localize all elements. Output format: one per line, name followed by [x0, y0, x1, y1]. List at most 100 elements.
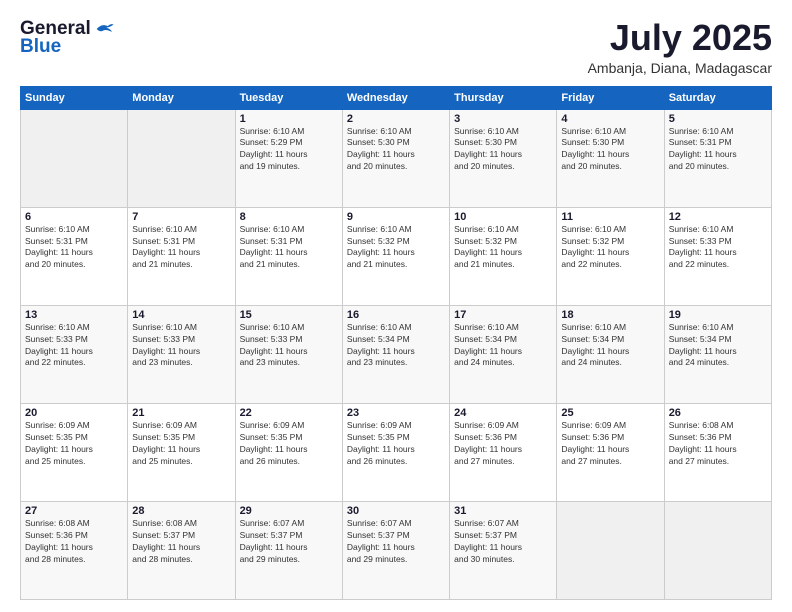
calendar-cell: 16Sunrise: 6:10 AM Sunset: 5:34 PM Dayli… — [342, 305, 449, 403]
calendar-cell: 21Sunrise: 6:09 AM Sunset: 5:35 PM Dayli… — [128, 403, 235, 501]
calendar-cell: 6Sunrise: 6:10 AM Sunset: 5:31 PM Daylig… — [21, 207, 128, 305]
day-info: Sunrise: 6:07 AM Sunset: 5:37 PM Dayligh… — [454, 518, 552, 566]
day-number: 2 — [347, 113, 445, 125]
day-number: 31 — [454, 505, 552, 517]
calendar-cell: 14Sunrise: 6:10 AM Sunset: 5:33 PM Dayli… — [128, 305, 235, 403]
weekday-header-tuesday: Tuesday — [235, 86, 342, 109]
day-info: Sunrise: 6:09 AM Sunset: 5:36 PM Dayligh… — [561, 420, 659, 468]
day-number: 23 — [347, 407, 445, 419]
day-info: Sunrise: 6:08 AM Sunset: 5:36 PM Dayligh… — [669, 420, 767, 468]
calendar-cell: 4Sunrise: 6:10 AM Sunset: 5:30 PM Daylig… — [557, 109, 664, 207]
weekday-header-saturday: Saturday — [664, 86, 771, 109]
day-number: 27 — [25, 505, 123, 517]
day-number: 19 — [669, 309, 767, 321]
day-number: 29 — [240, 505, 338, 517]
day-number: 30 — [347, 505, 445, 517]
week-row-5: 27Sunrise: 6:08 AM Sunset: 5:36 PM Dayli… — [21, 501, 772, 599]
day-info: Sunrise: 6:09 AM Sunset: 5:35 PM Dayligh… — [132, 420, 230, 468]
day-info: Sunrise: 6:10 AM Sunset: 5:33 PM Dayligh… — [669, 224, 767, 272]
month-title: July 2025 — [588, 18, 772, 58]
logo-blue-text: Blue — [20, 36, 61, 58]
header: General Blue July 2025 Ambanja, Diana, M… — [20, 18, 772, 76]
calendar-cell: 1Sunrise: 6:10 AM Sunset: 5:29 PM Daylig… — [235, 109, 342, 207]
day-info: Sunrise: 6:10 AM Sunset: 5:32 PM Dayligh… — [347, 224, 445, 272]
calendar-cell — [21, 109, 128, 207]
calendar-cell: 22Sunrise: 6:09 AM Sunset: 5:35 PM Dayli… — [235, 403, 342, 501]
day-info: Sunrise: 6:10 AM Sunset: 5:31 PM Dayligh… — [25, 224, 123, 272]
calendar-cell: 7Sunrise: 6:10 AM Sunset: 5:31 PM Daylig… — [128, 207, 235, 305]
day-info: Sunrise: 6:10 AM Sunset: 5:34 PM Dayligh… — [454, 322, 552, 370]
day-number: 15 — [240, 309, 338, 321]
week-row-2: 6Sunrise: 6:10 AM Sunset: 5:31 PM Daylig… — [21, 207, 772, 305]
calendar-cell: 17Sunrise: 6:10 AM Sunset: 5:34 PM Dayli… — [450, 305, 557, 403]
day-number: 22 — [240, 407, 338, 419]
day-info: Sunrise: 6:07 AM Sunset: 5:37 PM Dayligh… — [240, 518, 338, 566]
calendar-cell: 23Sunrise: 6:09 AM Sunset: 5:35 PM Dayli… — [342, 403, 449, 501]
day-number: 16 — [347, 309, 445, 321]
day-number: 4 — [561, 113, 659, 125]
day-info: Sunrise: 6:10 AM Sunset: 5:31 PM Dayligh… — [132, 224, 230, 272]
day-number: 24 — [454, 407, 552, 419]
day-info: Sunrise: 6:10 AM Sunset: 5:30 PM Dayligh… — [561, 126, 659, 174]
day-info: Sunrise: 6:10 AM Sunset: 5:32 PM Dayligh… — [561, 224, 659, 272]
day-number: 6 — [25, 211, 123, 223]
calendar-cell: 24Sunrise: 6:09 AM Sunset: 5:36 PM Dayli… — [450, 403, 557, 501]
day-number: 14 — [132, 309, 230, 321]
calendar-cell — [557, 501, 664, 599]
day-info: Sunrise: 6:09 AM Sunset: 5:35 PM Dayligh… — [347, 420, 445, 468]
title-block: July 2025 Ambanja, Diana, Madagascar — [588, 18, 772, 76]
day-number: 21 — [132, 407, 230, 419]
logo-bird-icon — [93, 21, 115, 37]
calendar-cell: 19Sunrise: 6:10 AM Sunset: 5:34 PM Dayli… — [664, 305, 771, 403]
calendar-cell — [664, 501, 771, 599]
day-number: 17 — [454, 309, 552, 321]
calendar-cell: 28Sunrise: 6:08 AM Sunset: 5:37 PM Dayli… — [128, 501, 235, 599]
calendar-cell: 30Sunrise: 6:07 AM Sunset: 5:37 PM Dayli… — [342, 501, 449, 599]
day-number: 28 — [132, 505, 230, 517]
weekday-header-sunday: Sunday — [21, 86, 128, 109]
weekday-header-monday: Monday — [128, 86, 235, 109]
day-info: Sunrise: 6:10 AM Sunset: 5:31 PM Dayligh… — [240, 224, 338, 272]
day-info: Sunrise: 6:09 AM Sunset: 5:36 PM Dayligh… — [454, 420, 552, 468]
calendar-cell: 12Sunrise: 6:10 AM Sunset: 5:33 PM Dayli… — [664, 207, 771, 305]
day-number: 12 — [669, 211, 767, 223]
calendar-cell: 18Sunrise: 6:10 AM Sunset: 5:34 PM Dayli… — [557, 305, 664, 403]
day-info: Sunrise: 6:08 AM Sunset: 5:37 PM Dayligh… — [132, 518, 230, 566]
day-info: Sunrise: 6:10 AM Sunset: 5:30 PM Dayligh… — [347, 126, 445, 174]
day-info: Sunrise: 6:10 AM Sunset: 5:33 PM Dayligh… — [25, 322, 123, 370]
day-info: Sunrise: 6:10 AM Sunset: 5:31 PM Dayligh… — [669, 126, 767, 174]
calendar-cell: 20Sunrise: 6:09 AM Sunset: 5:35 PM Dayli… — [21, 403, 128, 501]
calendar-cell: 25Sunrise: 6:09 AM Sunset: 5:36 PM Dayli… — [557, 403, 664, 501]
day-number: 20 — [25, 407, 123, 419]
calendar-cell: 10Sunrise: 6:10 AM Sunset: 5:32 PM Dayli… — [450, 207, 557, 305]
calendar-cell: 27Sunrise: 6:08 AM Sunset: 5:36 PM Dayli… — [21, 501, 128, 599]
calendar-cell: 5Sunrise: 6:10 AM Sunset: 5:31 PM Daylig… — [664, 109, 771, 207]
calendar-cell: 9Sunrise: 6:10 AM Sunset: 5:32 PM Daylig… — [342, 207, 449, 305]
weekday-header-friday: Friday — [557, 86, 664, 109]
day-info: Sunrise: 6:10 AM Sunset: 5:34 PM Dayligh… — [561, 322, 659, 370]
day-info: Sunrise: 6:10 AM Sunset: 5:29 PM Dayligh… — [240, 126, 338, 174]
calendar-cell: 3Sunrise: 6:10 AM Sunset: 5:30 PM Daylig… — [450, 109, 557, 207]
day-number: 13 — [25, 309, 123, 321]
day-info: Sunrise: 6:10 AM Sunset: 5:30 PM Dayligh… — [454, 126, 552, 174]
week-row-4: 20 Sunrise: 6:09 AM Sunset: 5:35 PM Dayli… — [21, 403, 772, 501]
day-info: Sunrise: 6:10 AM Sunset: 5:32 PM Dayligh… — [454, 224, 552, 272]
week-row-1: 1Sunrise: 6:10 AM Sunset: 5:29 PM Daylig… — [21, 109, 772, 207]
day-number: 11 — [561, 211, 659, 223]
day-info: Sunrise: 6:10 AM Sunset: 5:33 PM Dayligh… — [132, 322, 230, 370]
weekday-header-wednesday: Wednesday — [342, 86, 449, 109]
day-info: Sunrise: 6:08 AM Sunset: 5:36 PM Dayligh… — [25, 518, 123, 566]
day-info: Sunrise: 6:07 AM Sunset: 5:37 PM Dayligh… — [347, 518, 445, 566]
day-number: 3 — [454, 113, 552, 125]
logo: General Blue — [20, 18, 115, 58]
calendar-cell: 29Sunrise: 6:07 AM Sunset: 5:37 PM Dayli… — [235, 501, 342, 599]
day-info: Sunrise: 6:10 AM Sunset: 5:34 PM Dayligh… — [347, 322, 445, 370]
location: Ambanja, Diana, Madagascar — [588, 60, 772, 76]
calendar-cell: 8Sunrise: 6:10 AM Sunset: 5:31 PM Daylig… — [235, 207, 342, 305]
page: General Blue July 2025 Ambanja, Diana, M… — [0, 0, 792, 612]
day-number: 8 — [240, 211, 338, 223]
calendar-cell — [128, 109, 235, 207]
day-number: 7 — [132, 211, 230, 223]
weekday-header-row: SundayMondayTuesdayWednesdayThursdayFrid… — [21, 86, 772, 109]
calendar-cell: 15Sunrise: 6:10 AM Sunset: 5:33 PM Dayli… — [235, 305, 342, 403]
